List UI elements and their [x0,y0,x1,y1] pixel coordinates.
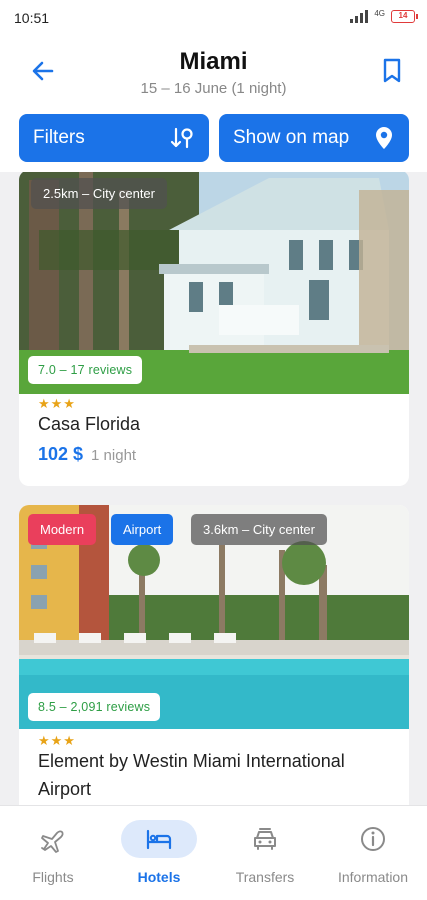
rating-badge: 7.0 – 17 reviews [28,356,143,384]
rating-badge: 8.5 – 2,091 reviews [28,693,161,721]
nav-information-label: Information [337,869,409,885]
bookmark-button[interactable] [379,56,405,86]
nav-hotels-label: Hotels [137,869,181,885]
nights-count: 1 night [91,447,137,464]
nav-hotels-icon-wrap [121,820,197,858]
nav-hotels[interactable]: Hotels [106,806,212,900]
hotel-card[interactable]: 2.5km – City center 7.0 – 17 reviews ★★★… [19,172,409,486]
filter-sort-icon [170,127,193,149]
status-time: 10:51 [14,10,50,26]
bookmark-icon [383,58,401,83]
status-bar: 10:51 4G 14 [0,0,427,36]
map-pin-icon [376,127,392,149]
nav-transfers-label: Transfers [235,869,295,885]
nav-transfers-icon-wrap [227,820,303,858]
network-type: 4G [374,9,385,18]
hotel-card[interactable]: Modern Airport 3.6km – City center 8.5 –… [19,505,409,805]
signal-icon [350,9,369,23]
nav-information-icon-wrap [335,820,411,858]
battery-level: 14 [398,11,408,20]
page-title: Miami [179,48,248,75]
airplane-icon [41,830,64,853]
bottom-nav: Flights Hotels Transfers Information [0,805,427,900]
hotel-price-row: 102 $ 1 night [38,444,136,465]
bed-icon [146,829,172,850]
nav-information[interactable]: Information [320,806,426,900]
hotel-price: 102 $ [38,444,84,464]
screen: 10:51 4G 14 Miami 15 – 16 June (1 night)… [0,0,427,900]
nav-flights-label: Flights [32,869,74,885]
tag-badge-airport: Airport [111,514,174,545]
nav-flights-icon-wrap [15,820,91,858]
filters-button[interactable]: Filters [19,114,209,162]
distance-badge: 2.5km – City center [31,178,167,209]
header: Miami 15 – 16 June (1 night) [0,36,427,106]
hotel-list[interactable]: 2.5km – City center 7.0 – 17 reviews ★★★… [0,172,427,805]
date-range: 15 – 16 June (1 night) [140,80,287,97]
system-icons: 4G 14 [350,9,418,23]
battery-icon: 14 [391,10,418,23]
car-icon [254,828,276,850]
hotel-name: Element by Westin Miami International Ai… [38,751,345,799]
hotel-photo: Modern Airport 3.6km – City center 8.5 –… [19,505,409,729]
nav-flights[interactable]: Flights [0,806,106,900]
show-on-map-label: Show on map [233,127,350,148]
hotel-photo: 2.5km – City center 7.0 – 17 reviews [19,172,409,394]
filters-label: Filters [33,127,85,148]
distance-badge: 3.6km – City center [191,514,327,545]
action-bar: Filters Show on map [0,106,427,172]
info-icon [361,827,385,851]
tag-badge-modern: Modern [28,514,97,545]
show-on-map-button[interactable]: Show on map [219,114,409,162]
hotel-name: Casa Florida [38,414,141,434]
nav-transfers[interactable]: Transfers [212,806,318,900]
